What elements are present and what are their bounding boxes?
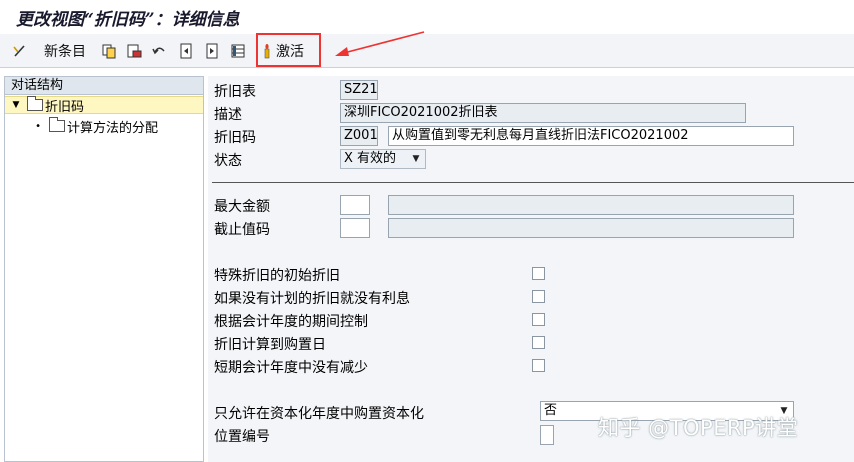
cutoff-value-key-label: 截止值码 — [214, 222, 270, 238]
undo-button[interactable] — [151, 42, 167, 60]
checkbox-label: 如果没有计划的折旧就没有利息 — [214, 291, 410, 307]
position-number-input[interactable] — [540, 425, 554, 445]
annotation-highlight-box — [256, 33, 321, 67]
tree-item-label: 折旧码 — [45, 99, 85, 115]
previous-page-icon — [180, 43, 192, 59]
max-amount-input[interactable] — [340, 195, 370, 215]
new-entries-label: 新条目 — [44, 44, 86, 60]
depr-key-code-field: Z001 — [340, 126, 378, 146]
title-bar: 更改视图“折旧码”：详细信息 — [0, 0, 854, 34]
status-label: 状态 — [214, 153, 242, 169]
status-value: X 有效的 — [344, 151, 397, 166]
depr-key-label: 折旧码 — [214, 130, 256, 146]
cutoff-value-key-text — [388, 218, 794, 238]
cutoff-value-key-input[interactable] — [340, 218, 370, 238]
depr-key-text-field[interactable]: 从购置值到零无利息每月直线折旧法FICO2021002 — [388, 126, 794, 146]
folder-icon — [49, 117, 65, 132]
max-amount-text — [388, 195, 794, 215]
edit-mode-button[interactable] — [12, 42, 28, 60]
tree-bullet-icon: • — [35, 120, 41, 132]
expand-arrow-icon[interactable]: ▼ — [5, 100, 27, 110]
period-control-checkbox[interactable] — [532, 313, 545, 326]
pencil-glasses-icon — [13, 45, 25, 57]
detail-form: 折旧表 SZ21 描述 深圳FICO2021002折旧表 折旧码 Z001 从购… — [208, 76, 854, 462]
delete-button[interactable] — [126, 42, 142, 60]
window-title: 更改视图“折旧码”：详细信息 — [16, 10, 240, 30]
checkbox-label: 折旧计算到购置日 — [214, 337, 326, 353]
tree-item-calc-method-assignment[interactable]: • 计算方法的分配 — [5, 117, 203, 136]
dropdown-arrow-icon[interactable]: ▼ — [409, 152, 423, 166]
tree-item-depreciation-key[interactable]: ▼ 折旧码 — [5, 96, 203, 115]
copy-button[interactable] — [101, 42, 117, 60]
checkbox-label: 短期会计年度中没有减少 — [214, 360, 368, 376]
initial-special-depr-checkbox[interactable] — [532, 267, 545, 280]
description-field[interactable]: 深圳FICO2021002折旧表 — [340, 103, 746, 123]
acq-only-in-cap-year-label: 只允许在资本化年度中购置资本化 — [214, 406, 424, 422]
depr-table-field: SZ21 — [340, 80, 378, 100]
position-number-label: 位置编号 — [214, 429, 270, 445]
checkbox-label: 根据会计年度的期间控制 — [214, 314, 368, 330]
tree-header: 对话结构 — [5, 77, 203, 95]
tree-item-label: 计算方法的分配 — [67, 120, 159, 136]
max-amount-label: 最大金额 — [214, 199, 270, 215]
new-entries-button[interactable]: 新条目 — [40, 42, 86, 60]
description-label: 描述 — [214, 107, 242, 123]
delete-icon — [127, 44, 142, 58]
previous-entry-button[interactable] — [178, 42, 194, 60]
short-fy-no-reduction-checkbox[interactable] — [532, 359, 545, 372]
acq-only-in-cap-year-value: 否 — [544, 403, 558, 418]
status-dropdown[interactable]: X 有效的 ▼ — [340, 149, 426, 169]
open-folder-icon — [27, 96, 43, 111]
copy-icon — [102, 44, 116, 59]
table-select-icon — [231, 44, 245, 58]
no-interest-checkbox[interactable] — [532, 290, 545, 303]
select-all-button[interactable] — [230, 42, 246, 60]
depr-to-acq-date-checkbox[interactable] — [532, 336, 545, 349]
next-entry-button[interactable] — [204, 42, 220, 60]
dialog-structure-panel: 对话结构 ▼ 折旧码 • 计算方法的分配 — [4, 76, 204, 462]
annotation-arrow-icon — [335, 31, 425, 56]
watermark: 知乎 @TOPERP讲堂 — [598, 416, 799, 440]
checkbox-label: 特殊折旧的初始折旧 — [214, 268, 340, 284]
undo-icon — [152, 47, 165, 55]
next-page-icon — [206, 43, 218, 59]
depr-table-label: 折旧表 — [214, 84, 256, 100]
section-divider — [212, 182, 854, 183]
